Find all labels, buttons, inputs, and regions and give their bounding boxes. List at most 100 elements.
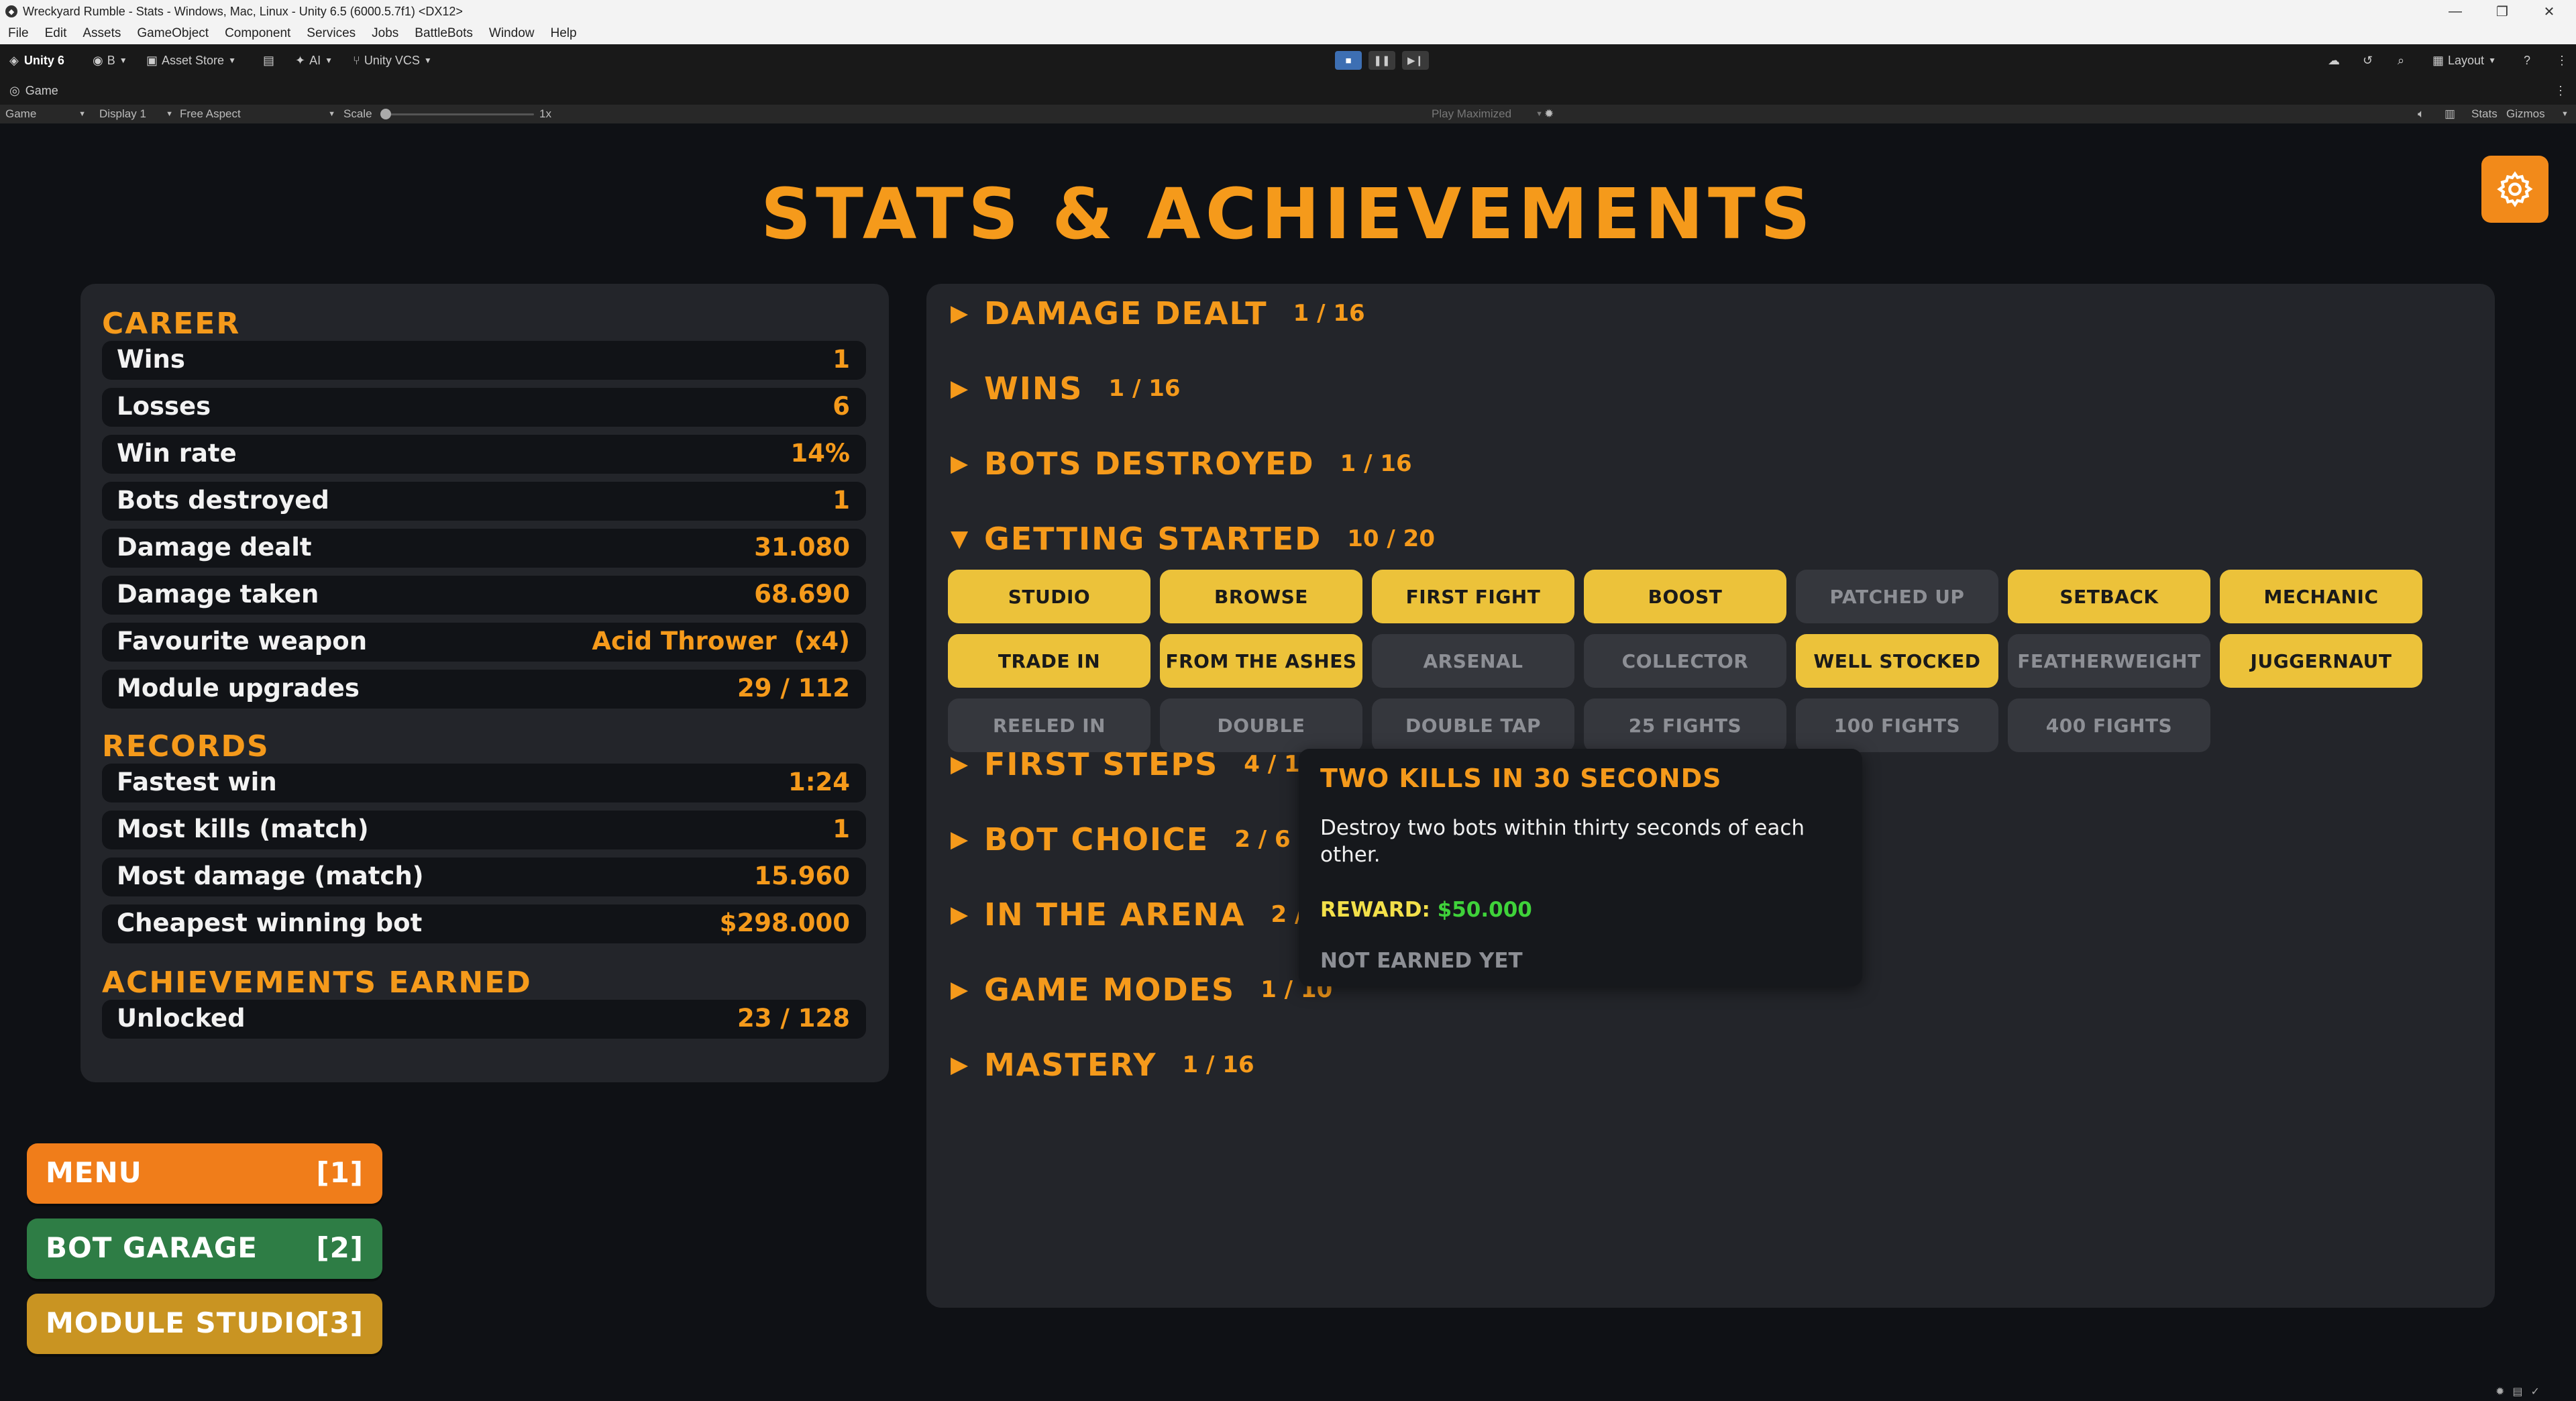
- pause-icon[interactable]: ❚❚: [1368, 51, 1395, 70]
- aspect-dropdown[interactable]: Free Aspect ▼: [180, 105, 335, 123]
- stat-value: 23 / 128: [737, 1004, 850, 1033]
- achievement-chip-featherweight[interactable]: FEATHERWEIGHT: [2008, 634, 2210, 688]
- check-icon[interactable]: ✓: [2531, 1385, 2540, 1398]
- achievement-chip-well-stocked[interactable]: WELL STOCKED: [1796, 634, 1998, 688]
- category-getting-started[interactable]: ▼ GETTING STARTED 10 / 20: [951, 519, 1435, 559]
- history-icon[interactable]: ↺: [2363, 44, 2373, 76]
- account-dropdown[interactable]: ◉ B ▼: [93, 44, 127, 76]
- category-damage-dealt[interactable]: ▶ DAMAGE DEALT 1 / 16: [951, 293, 1365, 333]
- achievement-chip-studio[interactable]: STUDIO: [948, 570, 1150, 623]
- achievement-chip-first-fight[interactable]: FIRST FIGHT: [1372, 570, 1574, 623]
- game-tab[interactable]: ◎ Game ⋮: [0, 76, 2576, 105]
- menu-file[interactable]: File: [8, 26, 29, 41]
- grid-icon[interactable]: ▥: [2445, 105, 2455, 123]
- tooltip-reward: REWARD: $50.000: [1320, 898, 1532, 922]
- menu-gameobject[interactable]: GameObject: [137, 26, 209, 41]
- menu-assets[interactable]: Assets: [83, 26, 121, 41]
- console-icon[interactable]: ▤: [2512, 1385, 2522, 1398]
- bot-garage-button[interactable]: BOT GARAGE [2]: [27, 1218, 382, 1279]
- achievement-chip-collector[interactable]: COLLECTOR: [1584, 634, 1786, 688]
- play-mode-dropdown[interactable]: Play Maximized ▼: [1432, 105, 1543, 123]
- achievement-chip-double-tap[interactable]: DOUBLE TAP: [1372, 698, 1574, 752]
- package-icon[interactable]: ▤: [263, 44, 274, 76]
- chevron-down-icon: ▼: [328, 110, 335, 118]
- gizmos-toggle[interactable]: Gizmos: [2506, 105, 2545, 123]
- category-wins[interactable]: ▶ WINS 1 / 16: [951, 368, 1181, 409]
- category-first-steps[interactable]: ▶ FIRST STEPS 4 / 12: [951, 744, 1316, 784]
- module-studio-button[interactable]: MODULE STUDIO [3]: [27, 1294, 382, 1354]
- game-tab-label: Game: [25, 83, 58, 97]
- achievement-chip-patched-up[interactable]: PATCHED UP: [1796, 570, 1998, 623]
- menu-battlebots[interactable]: BattleBots: [415, 26, 473, 41]
- play-icon[interactable]: ■: [1335, 51, 1362, 70]
- achievement-chip-boost[interactable]: BOOST: [1584, 570, 1786, 623]
- gamepad-icon: ◎: [9, 83, 20, 97]
- sparkle-icon: ✦: [295, 53, 306, 67]
- menu-edit[interactable]: Edit: [45, 26, 67, 41]
- category-bots-destroyed[interactable]: ▶ BOTS DESTROYED 1 / 16: [951, 444, 1412, 484]
- achievements-earned-title: ACHIEVEMENTS EARNED: [102, 966, 532, 1000]
- achievement-chip-browse[interactable]: BROWSE: [1160, 570, 1362, 623]
- collapse-arrow-icon: ▼: [951, 525, 969, 552]
- help-icon[interactable]: ?: [2524, 44, 2530, 76]
- asset-store-button[interactable]: ▣ Asset Store ▼: [146, 44, 236, 76]
- achievement-chip-100-fights[interactable]: 100 FIGHTS: [1796, 698, 1998, 752]
- menu-component[interactable]: Component: [225, 26, 290, 41]
- more-icon[interactable]: ⋮: [2556, 44, 2568, 76]
- tooltip-title: TWO KILLS IN 30 SECONDS: [1320, 764, 1722, 793]
- maximize-icon[interactable]: ❐: [2482, 0, 2522, 23]
- category-name: WINS: [984, 370, 1083, 407]
- achievement-chip-arsenal[interactable]: ARSENAL: [1372, 634, 1574, 688]
- achievement-chip-mechanic[interactable]: MECHANIC: [2220, 570, 2422, 623]
- menu-services[interactable]: Services: [307, 26, 356, 41]
- stats-toggle[interactable]: Stats: [2471, 105, 2498, 123]
- stat-label: Favourite weapon: [117, 627, 368, 656]
- stat-label: Fastest win: [117, 768, 277, 796]
- minimize-icon[interactable]: —: [2435, 0, 2475, 23]
- category-bot-choice[interactable]: ▶ BOT CHOICE 2 / 6: [951, 819, 1291, 860]
- stat-value: 29 / 112: [737, 674, 850, 703]
- menu-window[interactable]: Window: [489, 26, 535, 41]
- menu-button[interactable]: MENU [1]: [27, 1143, 382, 1204]
- branch-icon: ⑂: [353, 53, 360, 67]
- stat-row-fastest-win: Fastest win 1:24: [102, 764, 866, 802]
- mute-icon[interactable]: 🔈︎: [2418, 105, 2424, 123]
- chevron-down-icon[interactable]: ▼: [2561, 105, 2569, 123]
- layout-dropdown[interactable]: ▦ Layout ▼: [2432, 44, 2496, 76]
- window-titlebar: ◆ Wreckyard Rumble - Stats - Windows, Ma…: [0, 0, 2576, 23]
- step-icon[interactable]: ▶❙: [1402, 51, 1429, 70]
- category-game-modes[interactable]: ▶ GAME MODES 1 / 10: [951, 970, 1332, 1010]
- more-icon[interactable]: ⋮: [2555, 84, 2567, 98]
- menu-help[interactable]: Help: [550, 26, 576, 41]
- category-in-the-arena[interactable]: ▶IN THE ARENA2 / 16: [951, 894, 1343, 935]
- achievement-chip-25-fights[interactable]: 25 FIGHTS: [1584, 698, 1786, 752]
- menu-jobs[interactable]: Jobs: [372, 26, 398, 41]
- stat-label: Wins: [117, 345, 185, 374]
- achievement-chip-400-fights[interactable]: 400 FIGHTS: [2008, 698, 2210, 752]
- category-mastery[interactable]: ▶ MASTERY 1 / 16: [951, 1045, 1254, 1085]
- game-mode-label: Game: [5, 107, 37, 120]
- display-dropdown[interactable]: Display 1 ▼: [99, 105, 173, 123]
- stat-row-damage-taken: Damage taken 68.690: [102, 576, 866, 615]
- settings-button[interactable]: [2481, 156, 2548, 223]
- search-icon[interactable]: ⌕: [2398, 44, 2404, 76]
- ai-dropdown[interactable]: ✦ AI ▼: [295, 44, 333, 76]
- achievement-chip-juggernaut[interactable]: JUGGERNAUT: [2220, 634, 2422, 688]
- scale-slider-thumb[interactable]: [380, 109, 391, 119]
- button-label: MENU: [46, 1156, 142, 1189]
- achievement-chip-trade-in[interactable]: TRADE IN: [948, 634, 1150, 688]
- category-count: 1 / 16: [1182, 1051, 1254, 1078]
- bug-icon[interactable]: ✹: [2496, 1385, 2504, 1398]
- chevron-down-icon: ▼: [1536, 110, 1543, 118]
- cloud-icon[interactable]: ☁: [2328, 44, 2340, 76]
- vcs-dropdown[interactable]: ⑂ Unity VCS ▼: [353, 44, 432, 76]
- unity-account-dropdown[interactable]: ◈ Unity 6: [9, 44, 64, 76]
- bug-icon[interactable]: ✹: [1544, 105, 1554, 123]
- close-icon[interactable]: ✕: [2529, 0, 2569, 23]
- scale-slider-track[interactable]: [385, 113, 534, 115]
- category-count: 2 / 6: [1234, 826, 1291, 853]
- achievement-chip-setback[interactable]: SETBACK: [2008, 570, 2210, 623]
- game-mode-dropdown[interactable]: Game ▼: [5, 105, 86, 123]
- stat-label: Bots destroyed: [117, 486, 329, 515]
- achievement-chip-from-the-ashes[interactable]: FROM THE ASHES: [1160, 634, 1362, 688]
